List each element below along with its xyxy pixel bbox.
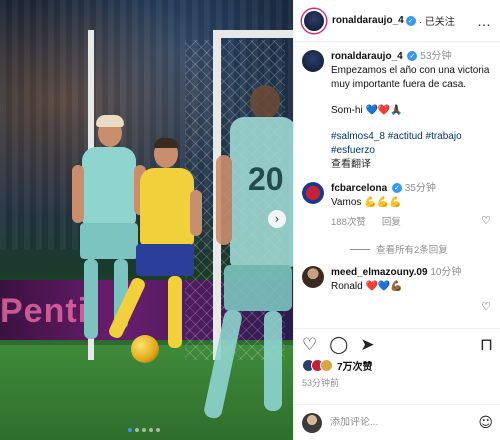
caption-text: Empezamos el año con una victoria muy im… [331,65,490,90]
commenter-avatar[interactable] [302,182,324,204]
post-sidebar: ronaldaraujo_4 ✓ · 已关注 … ronaldaraujo_4 … [293,0,500,440]
view-replies-link[interactable]: 查看所有2条回复 [350,242,493,256]
caption-avatar[interactable] [302,50,324,72]
current-user-avatar [302,412,322,433]
verified-icon: ✓ [391,183,402,194]
comment-item: fcbarcelona ✓ 35分钟 Vamos 💪💪💪 188次赞 回复 ♡ [302,182,493,230]
post-header: ronaldaraujo_4 ✓ · 已关注 … [294,0,500,42]
post-actions-bar: ♡ ◯ ➤ ⊓ [294,328,500,355]
soccer-ball [131,335,159,363]
caption-sign: Som-hi 💙❤️🙏🏿 [331,105,403,116]
liker-avatar [320,359,333,372]
comment-time: 35分钟 [404,183,436,194]
comment-author[interactable]: meed_elmazouny.09 [331,267,428,278]
comments-list: ronaldaraujo_4 ✓ 53分钟 Empezamos el año c… [294,50,500,320]
caption-author[interactable]: ronaldaraujo_4 [331,51,403,62]
comment-item: meed_elmazouny.09 10分钟 Ronald ❤️💙💪🏾 ♡ [302,266,493,313]
carousel-next-arrow-icon[interactable]: › [268,210,286,228]
bookmark-icon[interactable]: ⊓ [480,335,493,355]
emoji-icon[interactable]: ☺ [478,415,493,431]
goal-crossbar [215,30,293,38]
instagram-post-view: Penti 20 › ronaldaraujo_4 ✓ · 已关注 … rona… [0,0,500,440]
comment-bubble-icon[interactable]: ◯ [329,335,348,355]
share-send-icon[interactable]: ➤ [360,335,374,355]
comment-like-heart-icon[interactable]: ♡ [481,300,491,313]
caption-hashtags[interactable]: #salmos4_8 #actitud #trabajo #esfuerzo [331,130,493,158]
caption-time: 53分钟 [420,51,452,62]
comment-like-heart-icon[interactable]: ♡ [481,214,491,227]
comment-likes[interactable]: 188次赞 [331,216,366,230]
author-username[interactable]: ronaldaraujo_4 [332,15,404,26]
commenter-avatar[interactable] [302,266,324,288]
likes-count[interactable]: 7万次赞 [337,358,373,373]
player-yellow-center [107,138,202,365]
carousel-dot [135,428,139,432]
carousel-dot [149,428,153,432]
more-options-icon[interactable]: … [477,13,492,29]
carousel-dot [128,428,132,432]
comment-author[interactable]: fcbarcelona [331,183,387,194]
carousel-dot [156,428,160,432]
comment-text: Ronald ❤️💙💪🏾 [331,281,403,292]
comment-composer: ☺ [294,404,500,440]
carousel-dot [142,428,146,432]
verified-icon: ✓ [405,15,416,26]
comment-text: Vamos 💪💪💪 [331,197,402,208]
verified-icon: ✓ [407,51,418,62]
author-avatar[interactable] [302,8,326,33]
follow-status[interactable]: · 已关注 [419,13,455,28]
player-teal-foreground: 20 [190,85,293,440]
posted-time: 53分钟前 [302,378,340,388]
post-photo[interactable]: Penti 20 › [0,0,293,440]
like-heart-icon[interactable]: ♡ [302,335,317,355]
comment-time: 10分钟 [430,267,462,278]
jersey-number: 20 [248,161,284,197]
translate-link[interactable]: 查看翻译 [331,158,493,172]
comment-input[interactable] [330,417,471,428]
caption: ronaldaraujo_4 ✓ 53分钟 Empezamos el año c… [302,50,493,172]
reply-button[interactable]: 回复 [382,216,401,230]
likes-row[interactable]: 7万次赞 [302,358,373,373]
carousel-dots [128,428,160,432]
